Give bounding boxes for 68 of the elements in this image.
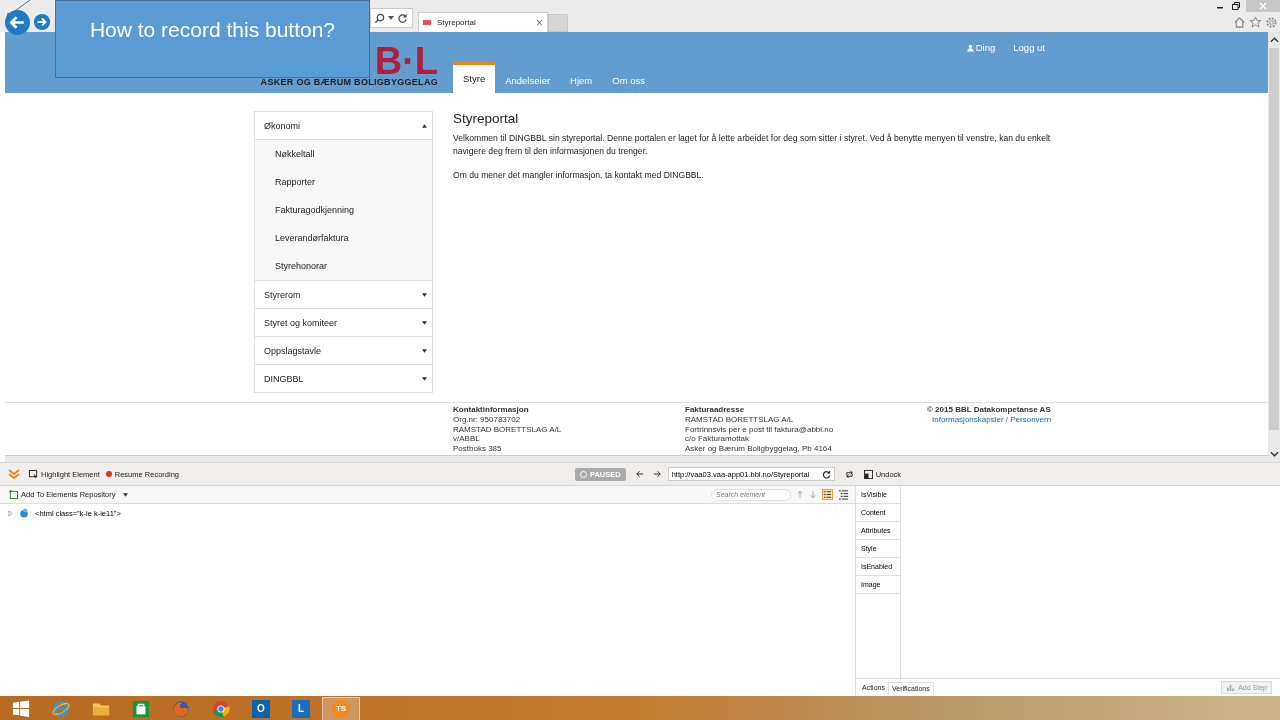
paragraph: Om du mener det mangler informasjon, ta kontakt med DINGBBL. [453,169,705,182]
menu-item[interactable]: Styrehonorar [255,252,432,280]
paragraph: Velkommen til DINGBBL sin styreportal. Denne portalen er laget for å lette arbeidet for deg som sitter i styret. Ved å benytte menyen til venstre, kan du enkelt navigere deg frem til den informasjonen du trenger. [453,132,1052,158]
footer-text: RAMSTAD BORETTSLAG A/L [453,424,563,435]
cursor-icon [29,469,38,479]
back-icon[interactable] [5,10,30,35]
settings-icon[interactable] [1265,16,1278,29]
scroll-down-icon [1269,450,1279,458]
footer-text: Postboks 385 [453,444,503,454]
globe-fox-icon [172,699,190,718]
restore-icon[interactable] [1230,0,1242,12]
copyright-text: © 2015 BBL Datakompetanse AS [927,405,1052,415]
ie-icon [52,699,70,718]
menu-item[interactable]: Fakturagodkjenning [255,196,432,224]
footer-text: RAMSTAD BORETTSLAG A/L [685,414,795,425]
footer-heading: Kontaktinformasjon [453,405,530,415]
browser-tab[interactable]: Styreportal × [418,12,548,32]
caret-icon [122,492,128,497]
page-title: Styreportal [453,111,520,126]
menu-item[interactable]: Rapporter [255,168,432,196]
forward-arrow-icon[interactable] [652,470,662,478]
scrollbar[interactable] [1268,32,1280,462]
down-arrow-icon[interactable] [809,490,817,499]
chat-app-icon: L [292,699,310,718]
address-field[interactable] [370,8,413,28]
caret-icon [388,15,394,21]
windows-icon [12,699,30,718]
user-icon [966,43,974,52]
footer-heading: Fakturaadresse [685,405,746,415]
logo-text: B·L [374,45,438,77]
star-icon[interactable] [1249,16,1262,29]
forward-icon[interactable] [33,13,51,31]
chrome-icon [212,699,230,718]
callout-box: How to record this button? [55,0,370,78]
record-icon [105,471,112,477]
close-tab-button[interactable]: × [536,15,543,30]
menu-item[interactable]: Leverandørfaktura [255,224,432,252]
add-icon [9,490,18,499]
up-arrow-icon[interactable] [796,490,804,499]
taskbar-app[interactable]: L [282,696,320,720]
refresh-icon [821,469,831,479]
search-icon [374,12,385,24]
taskbar-app[interactable]: O [242,696,280,720]
bag-icon [132,699,150,718]
scroll-up-icon [1269,36,1279,44]
privacy-link[interactable]: Informasjonskapsler / Personvern [927,414,1052,424]
nav-tab[interactable]: Styre [453,62,496,93]
footer-text: Fortrinnsvis per e post til faktura@abbl.no [685,424,835,435]
site-icon [423,20,431,25]
footer-text: v/ABBL [453,434,481,445]
list-view-icon[interactable] [822,489,833,500]
footer-text: Asker og Bærum Boligbyggelag, Pb 4164 [685,444,833,454]
menu-item[interactable]: Nøkkeltall [255,140,432,168]
footer-text: c/o Fakturamottak [685,434,751,445]
back-arrow-icon[interactable] [634,470,644,478]
tree-view-icon[interactable] [838,489,849,500]
chart-icon [1226,683,1236,692]
window-icon [863,469,873,479]
swap-icon[interactable] [844,469,854,479]
home-icon[interactable] [1233,16,1246,29]
globe-icon [19,508,29,518]
app-logo-icon [8,469,20,479]
mail-app-icon: O [252,699,270,718]
footer-text: Org.nr: 950783702 [453,414,522,425]
diamond-app-icon: TS [332,699,350,718]
refresh-icon [397,12,408,24]
menu-section[interactable]: Styrerom [255,280,432,309]
tagline: ASKER OG BÆRUM BOLIGBYGGELAG [260,77,438,87]
